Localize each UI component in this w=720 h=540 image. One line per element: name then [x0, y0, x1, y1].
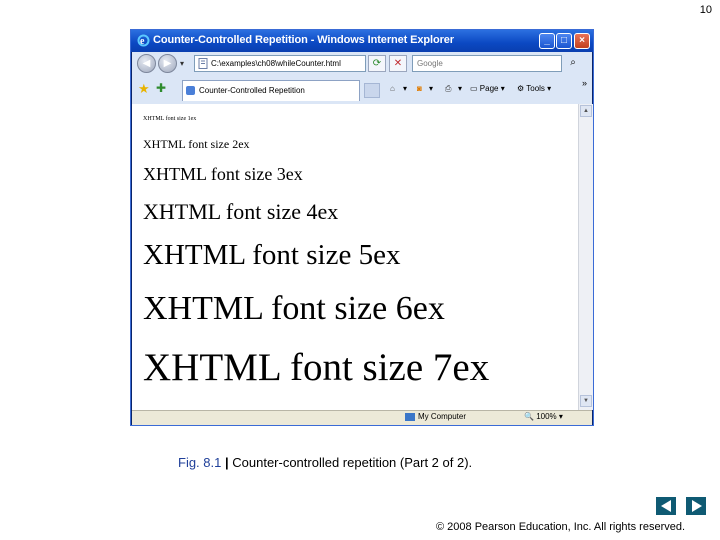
maximize-button[interactable]: □	[556, 33, 572, 49]
browser-toolbar: ◀ ▶ ▾ C:\examples\ch08\whileCounter.html…	[132, 52, 592, 104]
copyright-notice: © 2008 Pearson Education, Inc. All right…	[436, 521, 686, 533]
page-content: XHTML font size 1ex XHTML font size 2ex …	[132, 104, 578, 410]
zoom-control[interactable]: 🔍 100% ▾	[524, 412, 563, 421]
font-size-line-4ex: XHTML font size 4ex	[143, 199, 339, 224]
tools-gear-icon: ⚙	[517, 84, 525, 93]
security-zone[interactable]: My Computer	[405, 412, 466, 421]
zoom-icon: 🔍	[524, 412, 534, 421]
forward-icon[interactable]: ▶	[158, 54, 177, 73]
scroll-up-icon[interactable]: ▲	[580, 105, 592, 117]
page-icon	[198, 58, 208, 69]
close-button[interactable]: ×	[574, 33, 590, 49]
font-size-line-3ex: XHTML font size 3ex	[143, 164, 303, 184]
history-dropdown-icon[interactable]: ▾	[180, 59, 184, 68]
tab-label: Counter-Controlled Repetition	[199, 86, 305, 95]
window-title: Counter-Controlled Repetition - Windows …	[153, 34, 454, 46]
address-bar[interactable]: C:\examples\ch08\whileCounter.html	[194, 55, 366, 72]
toolbar-overflow-icon[interactable]: »	[582, 78, 587, 88]
svg-text:e: e	[140, 36, 145, 47]
refresh-icon[interactable]: ⟳	[368, 55, 386, 72]
next-arrow-icon[interactable]	[686, 497, 706, 515]
tools-menu[interactable]: ⚙ Tools ▾	[517, 84, 551, 93]
stop-icon[interactable]: ✕	[389, 55, 407, 72]
back-icon[interactable]: ◀	[137, 54, 156, 73]
ie-icon: e	[137, 34, 150, 47]
print-dropdown-icon[interactable]: ▾	[458, 84, 462, 93]
zoom-level: 100%	[536, 412, 557, 421]
figure-number: Fig. 8.1	[178, 455, 222, 470]
figure-caption: Fig. 8.1 | Counter-controlled repetition…	[178, 455, 472, 470]
vertical-scrollbar[interactable]: ▲ ▼	[578, 104, 593, 410]
new-tab-button[interactable]	[364, 83, 380, 98]
font-size-line-1ex: XHTML font size 1ex	[143, 116, 197, 122]
font-size-line-5ex: XHTML font size 5ex	[143, 239, 401, 271]
tab-page-icon	[186, 86, 195, 95]
feeds-icon[interactable]: ◙	[417, 84, 422, 93]
ie-window: e Counter-Controlled Repetition - Window…	[130, 29, 594, 426]
favorites-star-icon[interactable]: ★	[138, 81, 150, 97]
page-menu[interactable]: ▭ Page ▾	[470, 84, 505, 93]
minimize-button[interactable]: _	[539, 33, 555, 49]
status-bar: My Computer 🔍 100% ▾	[132, 410, 592, 425]
caption-separator: |	[224, 455, 229, 470]
font-size-line-2ex: XHTML font size 2ex	[143, 137, 250, 151]
page-menu-label: Page	[479, 84, 499, 93]
slide-number: 10	[699, 4, 712, 16]
search-input[interactable]: Google	[412, 55, 562, 72]
home-icon[interactable]: ⌂	[390, 84, 395, 93]
scroll-down-icon[interactable]: ▼	[580, 395, 592, 407]
feeds-dropdown-icon[interactable]: ▾	[429, 84, 433, 93]
title-bar[interactable]: e Counter-Controlled Repetition - Window…	[131, 30, 593, 52]
computer-icon	[405, 412, 415, 421]
previous-arrow-icon[interactable]	[656, 497, 676, 515]
search-icon[interactable]: ⌕	[564, 55, 582, 72]
add-favorites-icon[interactable]: ✚	[156, 81, 166, 95]
tools-menu-label: Tools	[526, 84, 545, 93]
home-dropdown-icon[interactable]: ▾	[403, 84, 407, 93]
font-size-line-6ex: XHTML font size 6ex	[143, 290, 445, 327]
font-size-line-7ex: XHTML font size 7ex	[143, 346, 490, 389]
zone-label: My Computer	[418, 412, 467, 421]
page-icon-glyph: ▭	[470, 84, 478, 93]
address-text: C:\examples\ch08\whileCounter.html	[211, 59, 341, 68]
tab-row: ★ ✚ Counter-Controlled Repetition ⌂ ▾ ◙ …	[132, 78, 592, 102]
print-icon[interactable]: ⎙	[445, 84, 451, 94]
navigation-row: ◀ ▶ ▾ C:\examples\ch08\whileCounter.html…	[132, 52, 592, 76]
tab-counter-controlled-repetition[interactable]: Counter-Controlled Repetition	[182, 80, 360, 101]
caption-text: Counter-controlled repetition (Part 2 of…	[232, 455, 473, 470]
